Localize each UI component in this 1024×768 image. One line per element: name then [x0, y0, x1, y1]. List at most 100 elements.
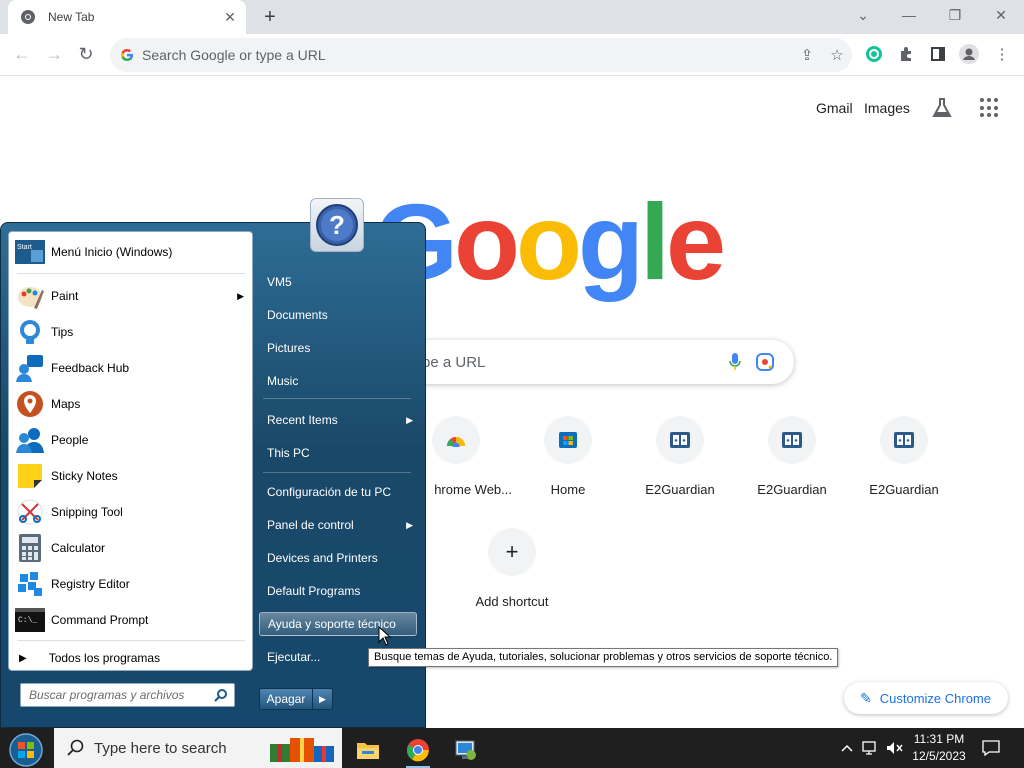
customize-chrome-button[interactable]: ✎ Customize Chrome [844, 682, 1008, 714]
logo-letter: e [665, 181, 726, 302]
notifications-icon[interactable] [978, 728, 1004, 768]
shortcut-tile[interactable]: Home [512, 416, 624, 497]
bookmark-star-icon[interactable]: ☆ [822, 40, 852, 70]
program-item-maps[interactable]: Maps [9, 386, 252, 422]
gmail-link[interactable]: Gmail [816, 100, 853, 116]
google-lens-icon[interactable] [750, 347, 780, 377]
cards-icon: ♠ ♠ [768, 416, 816, 464]
maps-icon [15, 389, 45, 419]
item-label: Devices and Printers [267, 551, 378, 565]
pencil-icon: ✎ [860, 689, 872, 706]
shortcut-tile[interactable]: ♠ ♠ E2Guardian [848, 416, 960, 497]
profile-avatar-icon[interactable] [955, 40, 983, 68]
program-item-sticky-notes[interactable]: Sticky Notes [9, 458, 252, 494]
start-right-item-devices-and-printers[interactable]: Devices and Printers [259, 546, 417, 570]
voice-search-mic-icon[interactable] [720, 347, 750, 377]
start-right-item-this-pc[interactable]: This PC [259, 441, 417, 465]
side-panel-icon[interactable] [924, 40, 952, 68]
start-menu-app-icon: Start [15, 237, 45, 267]
program-item-tips[interactable]: Tips [9, 314, 252, 350]
add-shortcut-label: Add shortcut [475, 594, 549, 609]
start-orb-icon[interactable] [8, 732, 44, 768]
volume-muted-icon[interactable] [884, 728, 906, 768]
submenu-arrow-icon: ▶ [237, 290, 244, 301]
start-right-item-panel-de-control[interactable]: Panel de control ▶ [259, 513, 417, 537]
item-label: Recent Items [267, 413, 338, 427]
show-hidden-icons-chevron-icon[interactable] [838, 728, 856, 768]
start-right-item-pictures[interactable]: Pictures [259, 336, 417, 360]
start-right-item-documents[interactable]: Documents [259, 303, 417, 327]
taskbar-clock[interactable]: 11:31 PM 12/5/2023 [908, 731, 970, 765]
shutdown-button[interactable]: Apagar [259, 688, 313, 710]
start-menu-programs-pane: Start Menú Inicio (Windows) Paint ▶ Tips… [8, 231, 253, 671]
shortcut-label: E2Guardian [869, 482, 939, 497]
shortcut-tile[interactable]: ♠ ♠ E2Guardian [736, 416, 848, 497]
new-tab-button[interactable]: + [258, 5, 282, 29]
calculator-icon [15, 533, 45, 563]
program-label: Sticky Notes [51, 469, 118, 483]
ntp-search-placeholder: pe a URL [422, 353, 486, 371]
program-item-people[interactable]: People [9, 422, 252, 458]
extensions-puzzle-icon[interactable] [892, 40, 920, 68]
start-right-item-recent-items[interactable]: Recent Items ▶ [259, 408, 417, 432]
tab-new-tab[interactable]: New Tab ✕ [8, 0, 246, 34]
help-tooltip: Busque temas de Ayuda, tutoriales, soluc… [368, 648, 839, 667]
cards-icon: ♠ ♠ [656, 416, 704, 464]
taskbar-network-tool[interactable] [446, 732, 486, 768]
start-search-input[interactable]: Buscar programas y archivos [20, 683, 235, 707]
help-question-icon: ? [310, 198, 364, 252]
extension-grammarly-icon[interactable] [860, 40, 888, 68]
microsoft-store-icon [544, 416, 592, 464]
shortcut-tile[interactable]: ♠ ♠ E2Guardian [624, 416, 736, 497]
tab-title: New Tab [48, 10, 95, 24]
sticky-notes-icon [15, 461, 45, 491]
back-button[interactable]: ← [8, 40, 36, 68]
taskbar-search-box[interactable]: Type here to search [54, 728, 342, 768]
taskbar: Type here to search 11:31 PM 12/5/2023 [0, 728, 1024, 768]
minimize-button[interactable]: — [886, 0, 932, 30]
all-programs-item[interactable]: ▶ Todos los programas [9, 646, 252, 670]
snipping-tool-icon [15, 497, 45, 527]
labs-flask-icon[interactable] [930, 96, 954, 120]
submenu-arrow-icon: ▶ [406, 414, 413, 425]
start-right-item-vm5[interactable]: VM5 [259, 270, 417, 294]
shutdown-options-arrow-icon[interactable]: ▶ [313, 688, 333, 710]
program-item-paint[interactable]: Paint ▶ [9, 278, 252, 314]
images-link[interactable]: Images [864, 100, 910, 116]
program-item-feedback-hub[interactable]: Feedback Hub [9, 350, 252, 386]
start-right-item-music[interactable]: Music [259, 369, 417, 393]
program-item-command-prompt[interactable]: C:\_ Command Prompt [9, 602, 252, 638]
omnibox[interactable]: Search Google or type a URL ⇪ ☆ [110, 38, 852, 72]
program-item-registry-editor[interactable]: Registry Editor [9, 566, 252, 602]
close-tab-icon[interactable]: ✕ [220, 7, 240, 27]
separator [263, 398, 411, 399]
tab-search-button[interactable]: ⌄ [840, 0, 886, 30]
item-label: Music [267, 374, 299, 388]
kebab-menu-icon[interactable]: ⋮ [988, 40, 1016, 68]
pinned-item-menu-inicio[interactable]: Start Menú Inicio (Windows) [9, 232, 252, 272]
shortcut-label: E2Guardian [645, 482, 715, 497]
clock-date: 12/5/2023 [912, 749, 966, 763]
program-item-calculator[interactable]: Calculator [9, 530, 252, 566]
google-apps-icon[interactable] [980, 98, 1000, 118]
taskbar-file-explorer[interactable] [348, 732, 388, 768]
item-label: Configuración de tu PC [267, 485, 392, 499]
restore-button[interactable]: ❐ [932, 0, 978, 30]
start-right-item-configuracion[interactable]: Configuración de tu PC [259, 480, 417, 504]
start-right-item-default-programs[interactable]: Default Programs [259, 579, 417, 603]
share-icon[interactable]: ⇪ [792, 40, 822, 70]
window-close-button[interactable]: ✕ [978, 0, 1024, 30]
reload-button[interactable]: ↻ [72, 40, 100, 68]
forward-button[interactable]: → [40, 40, 68, 68]
search-icon [67, 739, 84, 756]
separator [263, 472, 411, 473]
svg-text:Start: Start [17, 244, 32, 251]
network-icon[interactable] [860, 728, 882, 768]
start-right-item-ayuda[interactable]: Ayuda y soporte técnico [259, 612, 417, 636]
program-label: People [51, 433, 89, 447]
program-label: Tips [51, 325, 74, 339]
taskbar-chrome[interactable] [398, 732, 438, 768]
feedback-hub-icon [15, 353, 45, 383]
program-item-snipping-tool[interactable]: Snipping Tool [9, 494, 252, 530]
add-shortcut-tile[interactable]: + Add shortcut [456, 528, 568, 609]
